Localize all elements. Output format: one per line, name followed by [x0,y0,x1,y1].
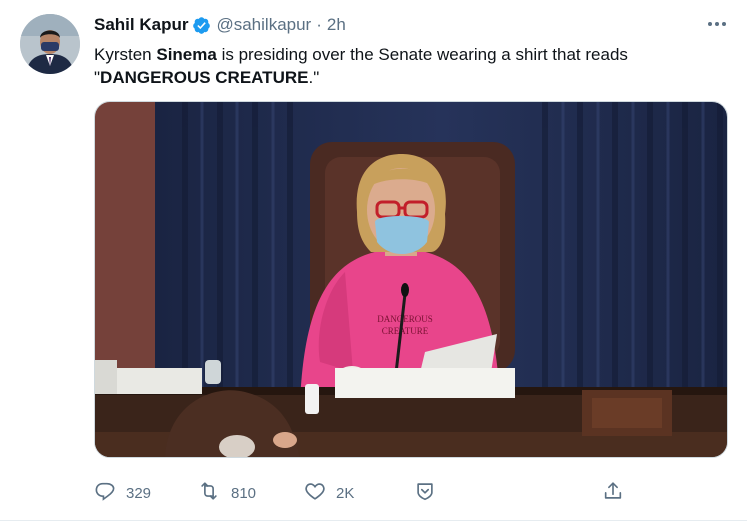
like-icon [304,480,326,506]
retweet-icon [197,480,221,506]
tweet-text: Kyrsten Sinema is presiding over the Sen… [94,43,724,89]
bookmark-icon [414,480,436,506]
reply-button[interactable]: 329 [94,480,151,506]
tweet-text-bold: DANGEROUS CREATURE [100,68,309,87]
tweet-header: Sahil Kapur @sahilkapur · 2h [94,14,346,36]
verified-badge-icon [192,16,211,35]
tweet-text-bold: Sinema [156,45,217,64]
shirt-text-line1: DANGEROUS [377,314,433,324]
author-name[interactable]: Sahil Kapur [94,15,188,35]
more-options-icon[interactable] [703,13,731,35]
tweet-text-part: Kyrsten [94,45,157,64]
tweet-media-image[interactable]: DANGEROUS CREATURE [94,101,728,458]
reply-count: 329 [126,484,152,502]
tweet[interactable]: Sahil Kapur @sahilkapur · 2h Kyrsten Sin… [0,0,747,521]
like-button[interactable]: 2K [304,480,354,506]
bookmark-button[interactable] [414,480,436,506]
reply-icon [94,480,116,506]
tweet-timestamp[interactable]: 2h [327,15,346,35]
tweet-text-part: ." [308,68,320,87]
share-icon [602,480,624,506]
share-button[interactable] [602,480,624,506]
tweet-actions: 329 810 2K [94,480,654,506]
retweet-count: 810 [231,484,257,502]
header-separator: · [316,15,322,34]
avatar[interactable] [20,14,80,74]
like-count: 2K [336,484,355,502]
author-handle[interactable]: @sahilkapur [216,15,311,35]
shirt-text-line2: CREATURE [382,326,429,336]
retweet-button[interactable]: 810 [197,480,256,506]
